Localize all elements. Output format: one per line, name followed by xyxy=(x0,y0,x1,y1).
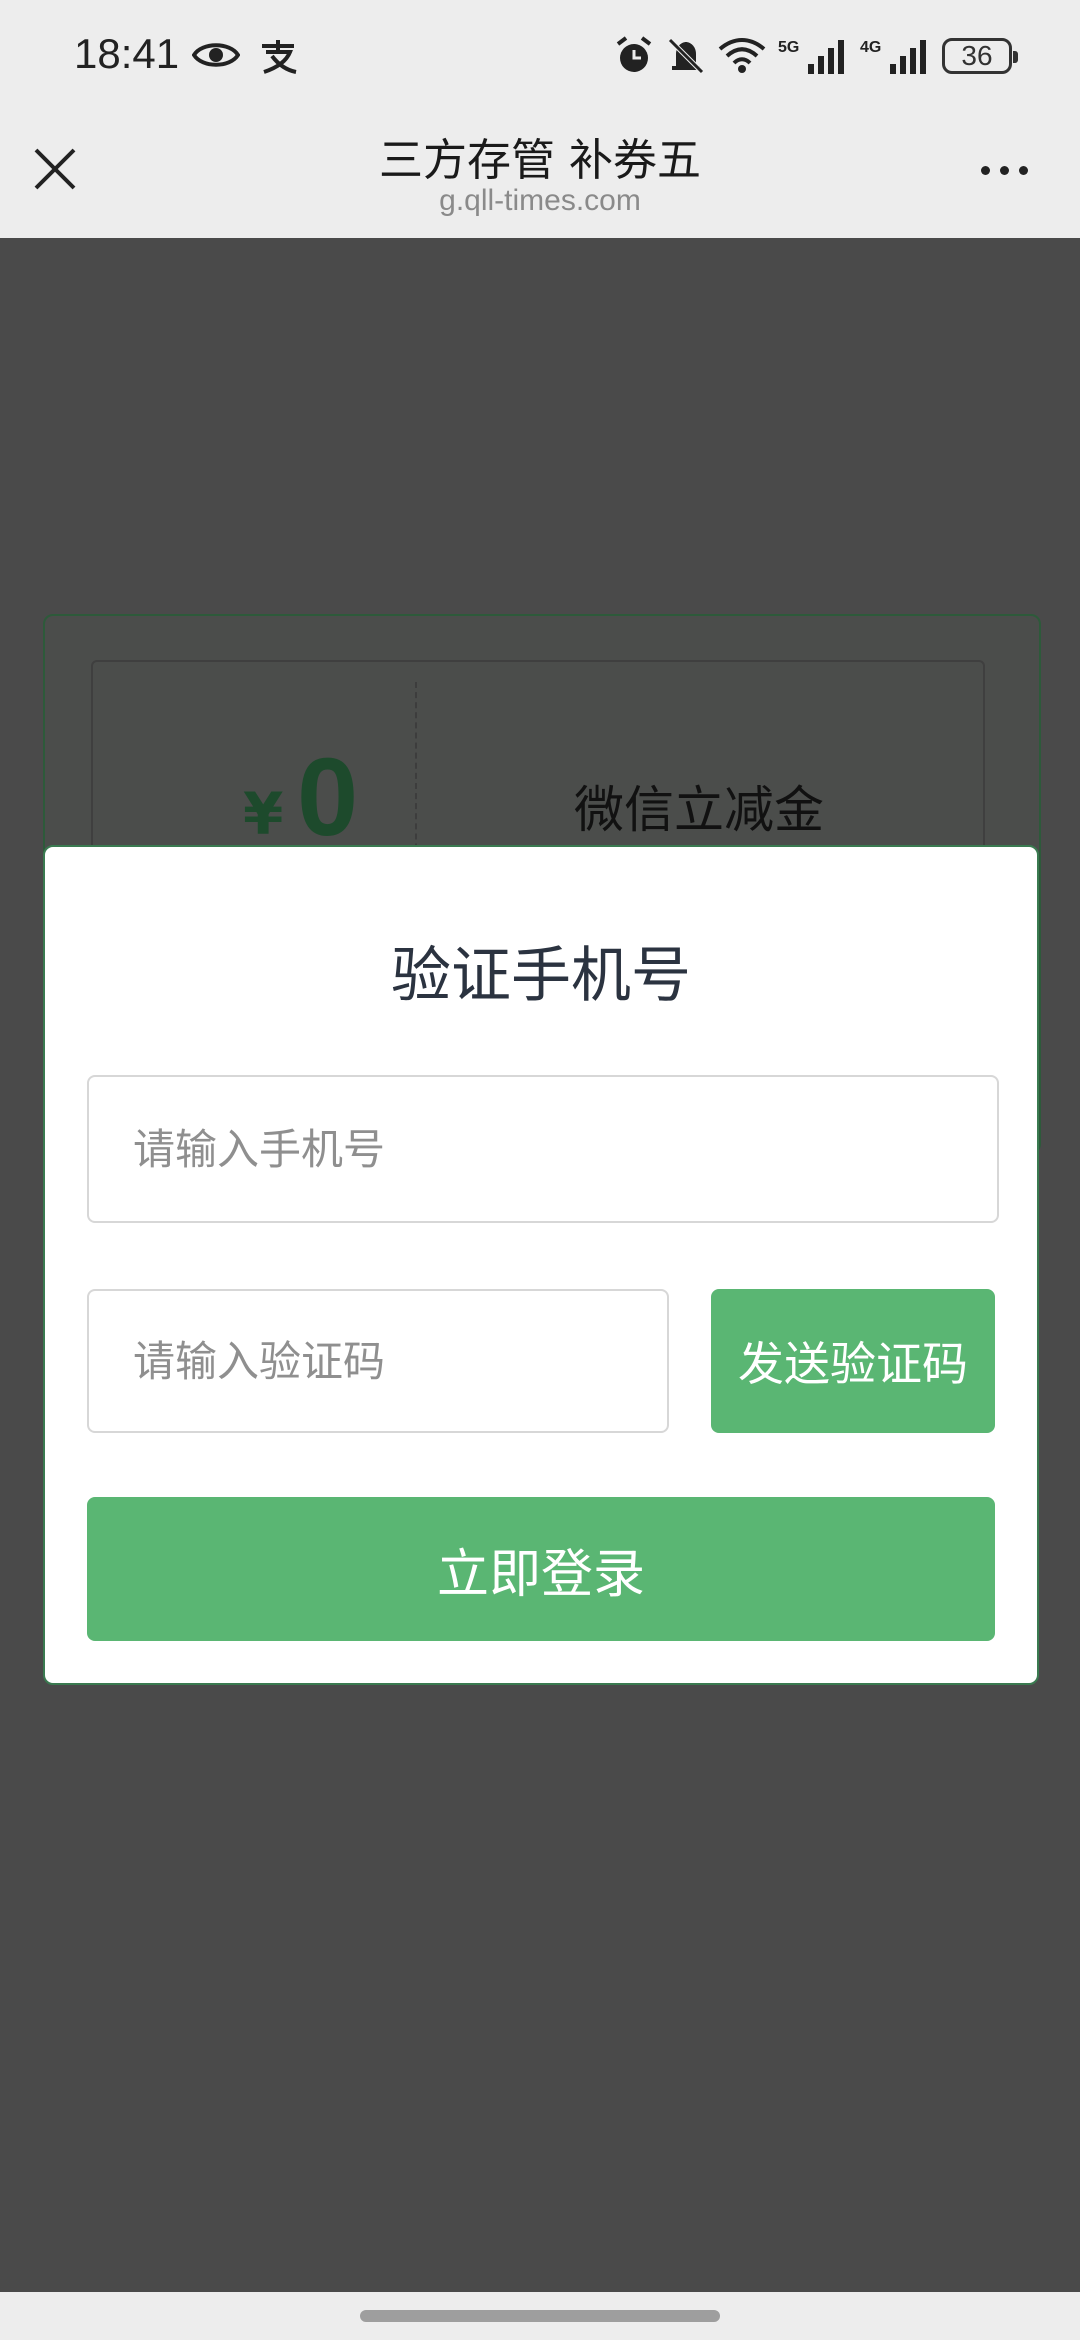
battery-level: 36 xyxy=(961,40,993,71)
4g-signal-icon: 4G xyxy=(860,39,926,74)
coupon-name: 微信立减金 xyxy=(574,781,824,839)
status-bar: 18:41 5G 4G 36 xyxy=(0,0,1080,120)
svg-text:4G: 4G xyxy=(860,39,881,56)
verification-code-input[interactable] xyxy=(87,1289,669,1433)
page-title: 三方存管 补券五 xyxy=(379,135,701,186)
coupon-amount: 0 xyxy=(297,736,359,859)
browser-nav-bar: 三方存管 补券五 g.qll-times.com xyxy=(0,120,1080,238)
status-time: 18:41 xyxy=(74,30,180,77)
alarm-icon xyxy=(616,36,652,72)
login-button[interactable]: 立即登录 xyxy=(87,1497,995,1641)
coupon-currency: ¥ xyxy=(243,780,284,848)
system-nav-bar xyxy=(0,2292,1080,2340)
verify-phone-modal: 验证手机号 发送验证码 立即登录 xyxy=(43,845,1039,1685)
send-code-button[interactable]: 发送验证码 xyxy=(711,1289,995,1433)
5g-signal-icon: 5G xyxy=(778,39,844,74)
eye-icon xyxy=(192,43,240,67)
phone-input[interactable] xyxy=(87,1075,999,1223)
wifi-icon xyxy=(718,38,766,73)
modal-title: 验证手机号 xyxy=(391,941,691,1011)
home-indicator[interactable] xyxy=(360,2310,720,2322)
page-url: g.qll-times.com xyxy=(439,184,641,217)
bell-off-icon xyxy=(668,38,704,74)
alipay-icon xyxy=(262,40,297,74)
svg-text:5G: 5G xyxy=(778,39,799,56)
more-icon[interactable] xyxy=(981,166,1028,175)
battery-icon: 36 xyxy=(942,38,1018,74)
